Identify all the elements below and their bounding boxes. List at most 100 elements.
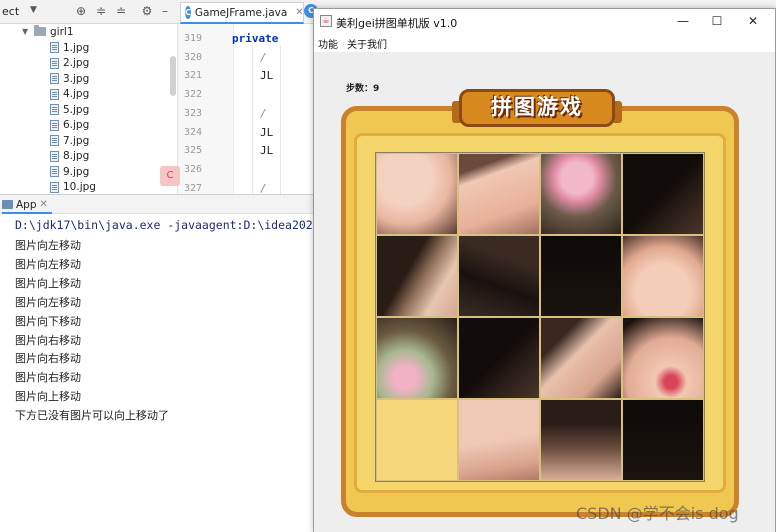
tree-folder-girl1[interactable]: ▼ girl1: [22, 24, 74, 40]
code-line: JL: [260, 125, 274, 139]
console-line: 图片向右移动: [15, 352, 81, 366]
puzzle-tile[interactable]: [541, 154, 621, 234]
editor-gutter: − 319320321322323324325326327: [178, 24, 246, 194]
run-tab-label: App: [16, 198, 37, 211]
line-number: 324: [183, 126, 202, 138]
close-button[interactable]: ✕: [736, 11, 770, 31]
file-icon: [50, 119, 59, 131]
tree-file[interactable]: 9.jpg: [50, 164, 89, 180]
puzzle-tile[interactable]: [541, 400, 621, 480]
chevron-down-icon[interactable]: ▼: [30, 5, 37, 15]
window-title: 美利gei拼图单机版 v1.0: [336, 17, 458, 30]
file-label: 5.jpg: [63, 103, 90, 116]
folder-label: girl1: [50, 25, 74, 38]
maximize-button[interactable]: ☐: [700, 11, 734, 31]
indent-guide: [280, 46, 281, 194]
puzzle-tile[interactable]: [623, 154, 703, 234]
line-number: 327: [183, 182, 202, 194]
line-number: 323: [183, 107, 202, 119]
puzzle-tile[interactable]: [623, 318, 703, 398]
file-label: 6.jpg: [63, 119, 90, 132]
code-line: JL: [260, 144, 274, 158]
file-icon: [50, 42, 59, 54]
java-icon: ☕: [320, 15, 332, 27]
file-icon: [50, 73, 59, 85]
tree-file[interactable]: 6.jpg: [50, 118, 89, 134]
code-line: /: [260, 181, 267, 195]
gear-icon[interactable]: ⚙: [140, 4, 154, 18]
game-banner: 拼图游戏: [459, 89, 615, 127]
puzzle-grid[interactable]: [375, 152, 705, 482]
watermark: CSDN @学不会is dog: [576, 504, 739, 523]
project-label[interactable]: ect: [2, 5, 19, 18]
code-line: /: [260, 106, 267, 120]
file-icon: [50, 57, 59, 69]
file-icon: [50, 135, 59, 147]
folder-icon: [34, 25, 46, 37]
tree-file[interactable]: 5.jpg: [50, 102, 89, 118]
line-number: 319: [183, 33, 202, 44]
file-icon: [50, 88, 59, 100]
indent-guide: [252, 46, 253, 194]
puzzle-tile[interactable]: [459, 236, 539, 316]
scrollbar[interactable]: [170, 56, 176, 96]
code-line: JL: [260, 69, 274, 83]
tree-file[interactable]: 10.jpg: [50, 180, 96, 196]
tree-file[interactable]: 8.jpg: [50, 149, 89, 165]
puzzle-tile[interactable]: [459, 318, 539, 398]
line-number: 325: [183, 145, 202, 157]
console-line: 图片向左移动: [15, 257, 81, 271]
tab-label: GameJFrame.java: [194, 6, 288, 19]
close-icon[interactable]: ✕: [40, 199, 48, 210]
tree-file[interactable]: 4.jpg: [50, 87, 89, 103]
puzzle-empty-slot[interactable]: [377, 400, 457, 480]
file-label: 2.jpg: [63, 57, 90, 70]
puzzle-tile[interactable]: [377, 318, 457, 398]
puzzle-tile[interactable]: [623, 236, 703, 316]
minimize-panel-icon[interactable]: –: [158, 4, 172, 18]
tree-file[interactable]: 2.jpg: [50, 56, 89, 72]
project-tree: ▼ girl1 1.jpg 2.jpg 3.jpg 4.jpg 5.jpg 6.jpg 7.…: [0, 24, 178, 194]
minimize-button[interactable]: —: [666, 11, 700, 31]
console-line: 图片向左移动: [15, 295, 81, 309]
file-icon: [50, 104, 59, 116]
puzzle-tile[interactable]: [377, 154, 457, 234]
tab-run-app[interactable]: App ✕: [2, 197, 52, 214]
code-editor[interactable]: private / JL / JL JL /: [232, 24, 324, 195]
collapse-all-icon[interactable]: ≐: [114, 4, 128, 18]
tree-file[interactable]: 3.jpg: [50, 71, 89, 87]
console-line: 下方已没有图片可以向上移动了: [15, 409, 169, 423]
game-window: ☕ 美利gei拼图单机版 v1.0 — ☐ ✕ 功能 关于我们 步数：9 拼图游…: [313, 8, 776, 532]
code-line: private: [232, 32, 279, 45]
line-number: 320: [183, 51, 202, 63]
warning-icon[interactable]: C: [160, 166, 180, 186]
expand-all-icon[interactable]: ≑: [94, 4, 108, 18]
puzzle-tile[interactable]: [541, 318, 621, 398]
puzzle-tile[interactable]: [623, 400, 703, 480]
close-icon[interactable]: ✕: [295, 7, 303, 18]
file-label: 3.jpg: [63, 72, 90, 85]
puzzle-tile[interactable]: [459, 154, 539, 234]
tree-file[interactable]: 7.jpg: [50, 133, 89, 149]
console-line: 图片向右移动: [15, 371, 81, 385]
line-number: 321: [183, 70, 202, 82]
console-line: 图片向上移动: [15, 276, 81, 290]
file-label: 7.jpg: [63, 134, 90, 147]
file-label: 9.jpg: [63, 165, 90, 178]
app-icon: [2, 200, 13, 209]
tab-gamejframe[interactable]: C GameJFrame.java ✕: [180, 2, 304, 24]
file-label: 4.jpg: [63, 88, 90, 101]
menu-bar: 功能 关于我们: [314, 34, 775, 52]
puzzle-tile[interactable]: [459, 400, 539, 480]
menu-function[interactable]: 功能: [318, 36, 338, 51]
puzzle-tile[interactable]: [541, 236, 621, 316]
title-bar[interactable]: ☕ 美利gei拼图单机版 v1.0 — ☐ ✕: [314, 9, 775, 34]
code-line: /: [260, 50, 267, 64]
crosshair-icon[interactable]: ⊕: [74, 4, 88, 18]
puzzle-tile[interactable]: [377, 236, 457, 316]
step-counter: 步数：9: [346, 84, 380, 94]
tree-file[interactable]: 1.jpg: [50, 40, 89, 56]
console-line: 图片向上移动: [15, 390, 81, 404]
file-label: 1.jpg: [63, 41, 90, 54]
menu-about[interactable]: 关于我们: [347, 36, 387, 51]
